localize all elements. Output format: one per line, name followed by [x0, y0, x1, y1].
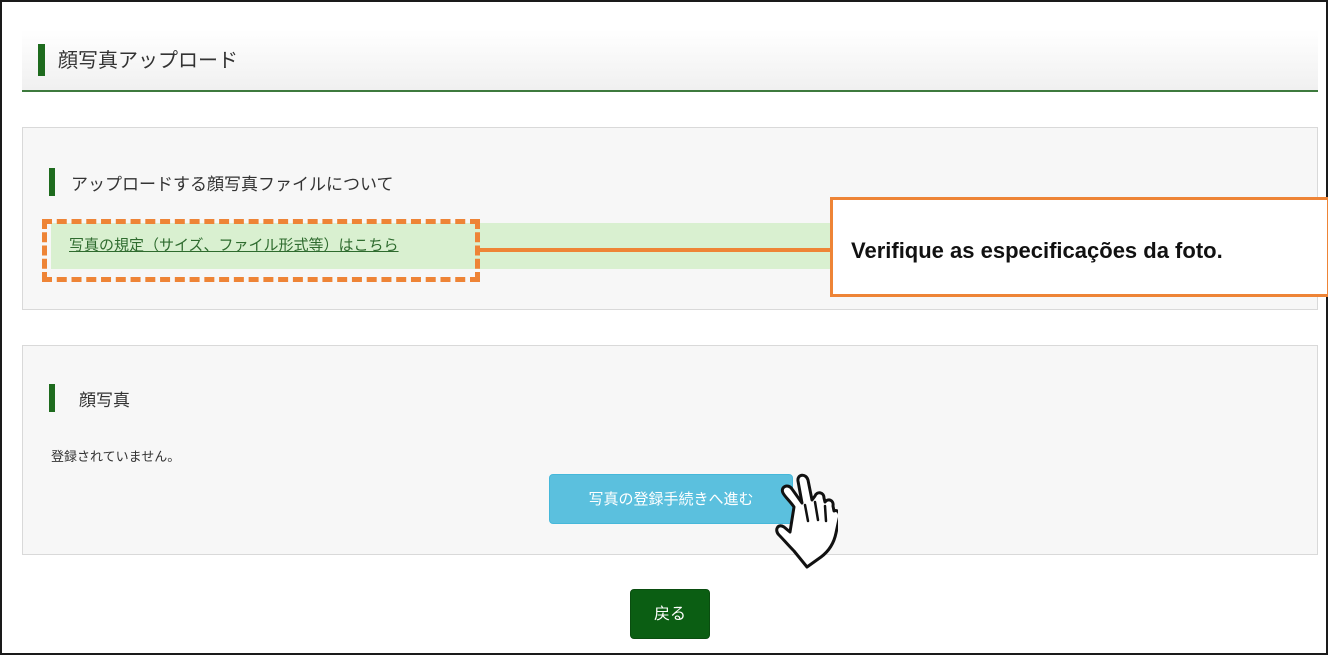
photo-panel: 顔写真 登録されていません。 写真の登録手続きへ進む	[22, 345, 1318, 555]
back-button[interactable]: 戻る	[630, 589, 710, 639]
section-accent-bar	[49, 384, 55, 412]
annotation-connector-line	[480, 248, 832, 252]
annotation-callout: Verifique as especificações da foto.	[830, 197, 1328, 297]
proceed-register-button[interactable]: 写真の登録手続きへ進む	[549, 474, 793, 524]
photo-section-title: 顔写真	[79, 391, 130, 411]
section-accent-bar	[49, 168, 55, 196]
page-title: 顔写真アップロード	[58, 48, 238, 72]
header-accent-bar	[38, 44, 45, 76]
screenshot-frame	[0, 0, 1328, 655]
hand-pointer-icon	[775, 473, 838, 569]
annotation-callout-text: Verifique as especificações da foto.	[851, 238, 1223, 263]
upload-info-title: アップロードする顔写真ファイルについて	[71, 175, 394, 195]
page-header: 顔写真アップロード	[22, 30, 1318, 92]
annotation-highlight-box	[42, 219, 480, 282]
registration-status: 登録されていません。	[51, 450, 181, 465]
